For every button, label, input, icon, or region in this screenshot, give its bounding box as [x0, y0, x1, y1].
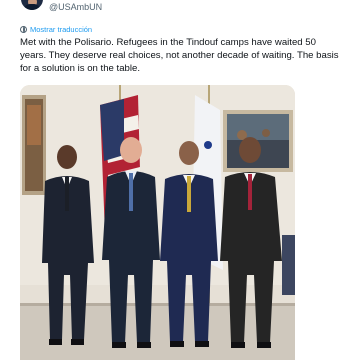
translate-link[interactable]: Mostrar traducción: [20, 25, 92, 34]
profile-avatar[interactable]: [21, 0, 43, 10]
avatar-body: [24, 4, 40, 10]
user-handle[interactable]: @USAmbUN: [49, 2, 102, 12]
tweet-photo[interactable]: [20, 85, 295, 360]
tweet-text: Met with the Polisario. Refugees in the …: [20, 37, 339, 74]
tweet-header: @USAmbUN: [0, 0, 360, 14]
photo-scene: [20, 85, 295, 360]
translate-label: Mostrar traducción: [30, 25, 93, 34]
globe-icon: [20, 26, 27, 33]
right-painting: [223, 110, 293, 172]
left-painting: [22, 95, 46, 195]
